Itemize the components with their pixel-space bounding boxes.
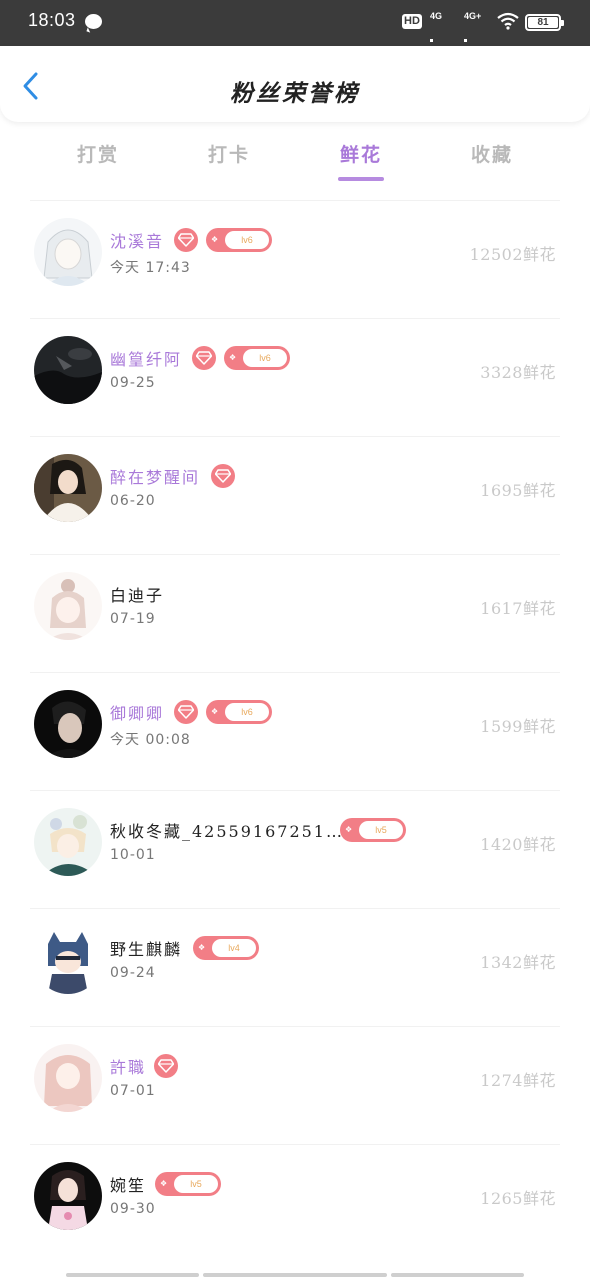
fan-level-badge: ❖ lv6 — [224, 346, 290, 370]
fan-name: 醉在梦醒间 — [110, 468, 201, 487]
fan-time: 09-30 — [110, 1201, 156, 1217]
avatar — [34, 454, 102, 522]
avatar — [34, 336, 102, 404]
wifi-icon — [497, 12, 519, 30]
tab-checkin[interactable]: 打卡 — [189, 140, 269, 167]
badge-group: ❖ lv5 — [155, 1172, 221, 1196]
badge-group: ❖ lv6 — [174, 228, 272, 252]
fan-score: 1420鲜花 — [480, 835, 556, 854]
fan-level: lv4 — [212, 939, 256, 957]
fan-level-badge: ❖ lv5 — [155, 1172, 221, 1196]
fan-level: lv6 — [225, 703, 269, 721]
diamond-icon — [154, 1054, 178, 1078]
list-item[interactable]: 白迪子 07-19 1617鲜花 — [0, 554, 590, 672]
tab-flowers[interactable]: 鲜花 — [321, 140, 401, 167]
fan-score: 1274鲜花 — [480, 1071, 556, 1090]
badge-group: ❖ lv6 — [192, 346, 290, 370]
fan-score: 1342鲜花 — [480, 953, 556, 972]
header: 粉丝荣誉榜 — [0, 46, 590, 122]
fan-time: 06-20 — [110, 493, 156, 509]
navigation-gesture-bar — [0, 1272, 590, 1278]
avatar — [34, 690, 102, 758]
list-item[interactable]: 御卿卿 ❖ lv6 今天 00:08 1599鲜花 — [0, 672, 590, 790]
sim2-label: 4G+ — [464, 11, 482, 21]
fan-time: 07-01 — [110, 1083, 156, 1099]
tab-favorites[interactable]: 收藏 — [452, 140, 532, 167]
list-item[interactable]: 秋收冬藏_42559167251… ❖ lv5 10-01 1420鲜花 — [0, 790, 590, 908]
avatar — [34, 808, 102, 876]
list-item[interactable]: 醉在梦醒间 06-20 1695鲜花 — [0, 436, 590, 554]
fan-badge-icon: ❖ — [211, 235, 219, 244]
avatar — [34, 1044, 102, 1112]
fan-name: 婉笙 — [110, 1176, 147, 1195]
fan-time: 今天 17:43 — [110, 260, 191, 276]
fan-badge-icon: ❖ — [345, 825, 353, 834]
list-item[interactable]: 許職 07-01 1274鲜花 — [0, 1026, 590, 1144]
battery-level: 81 — [528, 17, 558, 28]
list-item[interactable]: 婉笙 ❖ lv5 09-30 1265鲜花 — [0, 1144, 590, 1262]
avatar — [34, 1162, 102, 1230]
fan-score: 12502鲜花 — [469, 245, 556, 264]
hd-icon: HD — [402, 14, 422, 29]
fan-name: 野生麒麟 — [110, 940, 183, 959]
fan-time: 07-19 — [110, 611, 156, 627]
badge-group — [211, 464, 243, 488]
fan-level-badge: ❖ lv6 — [206, 700, 272, 724]
fan-level: lv6 — [225, 231, 269, 249]
page-title: 粉丝荣誉榜 — [230, 80, 360, 107]
badge-group: ❖ lv4 — [193, 936, 259, 960]
fan-badge-icon: ❖ — [211, 707, 219, 716]
status-time: 18:03 — [28, 10, 76, 30]
fan-score: 1599鲜花 — [480, 717, 556, 736]
badge-group — [154, 1054, 186, 1078]
badge-group: ❖ lv6 — [174, 700, 272, 724]
fan-badge-icon: ❖ — [229, 353, 237, 362]
tab-tip[interactable]: 打赏 — [58, 140, 138, 167]
fan-time: 10-01 — [110, 847, 156, 863]
battery-icon: 81 — [525, 14, 564, 31]
avatar — [34, 218, 102, 286]
fan-level-badge: ❖ lv4 — [193, 936, 259, 960]
fan-time: 09-25 — [110, 375, 156, 391]
message-icon — [85, 14, 102, 29]
status-bar: 18:03 HD 4G 4G+ 81 — [0, 0, 590, 99]
fan-name: 許職 — [110, 1058, 147, 1077]
fan-badge-icon: ❖ — [198, 943, 206, 952]
fan-name: 御卿卿 — [110, 704, 165, 723]
fan-level: lv5 — [359, 821, 403, 839]
list-item[interactable]: 野生麒麟 ❖ lv4 09-24 1342鲜花 — [0, 908, 590, 1026]
list-item[interactable]: 沈溪音 ❖ lv6 今天 17:43 12502鲜花 — [0, 200, 590, 318]
fan-name: 沈溪音 — [110, 232, 165, 251]
avatar — [34, 926, 102, 994]
sim1-label: 4G — [430, 11, 443, 21]
tab-bar: 打赏 打卡 鲜花 收藏 — [0, 132, 590, 188]
fan-score: 1265鲜花 — [480, 1189, 556, 1208]
fan-time: 今天 00:08 — [110, 732, 191, 748]
fan-score: 1617鲜花 — [480, 599, 556, 618]
avatar — [34, 572, 102, 640]
fan-badge-icon: ❖ — [160, 1179, 168, 1188]
diamond-icon — [211, 464, 235, 488]
diamond-icon — [174, 228, 198, 252]
fan-level: lv6 — [243, 349, 287, 367]
fan-name: 幽篁纤阿 — [110, 350, 183, 369]
diamond-icon — [192, 346, 216, 370]
badge-group: ❖ lv5 — [340, 818, 406, 842]
fan-name: 秋收冬藏_42559167251… — [110, 822, 344, 841]
fan-level-badge: ❖ lv5 — [340, 818, 406, 842]
fan-score: 3328鲜花 — [480, 363, 556, 382]
tab-indicator — [338, 177, 384, 181]
fan-score: 1695鲜花 — [480, 481, 556, 500]
fan-level: lv5 — [174, 1175, 218, 1193]
fan-time: 09-24 — [110, 965, 156, 981]
fan-name: 白迪子 — [110, 586, 165, 605]
diamond-icon — [174, 700, 198, 724]
list-item[interactable]: 幽篁纤阿 ❖ lv6 09-25 3328鲜花 — [0, 318, 590, 436]
fan-level-badge: ❖ lv6 — [206, 228, 272, 252]
